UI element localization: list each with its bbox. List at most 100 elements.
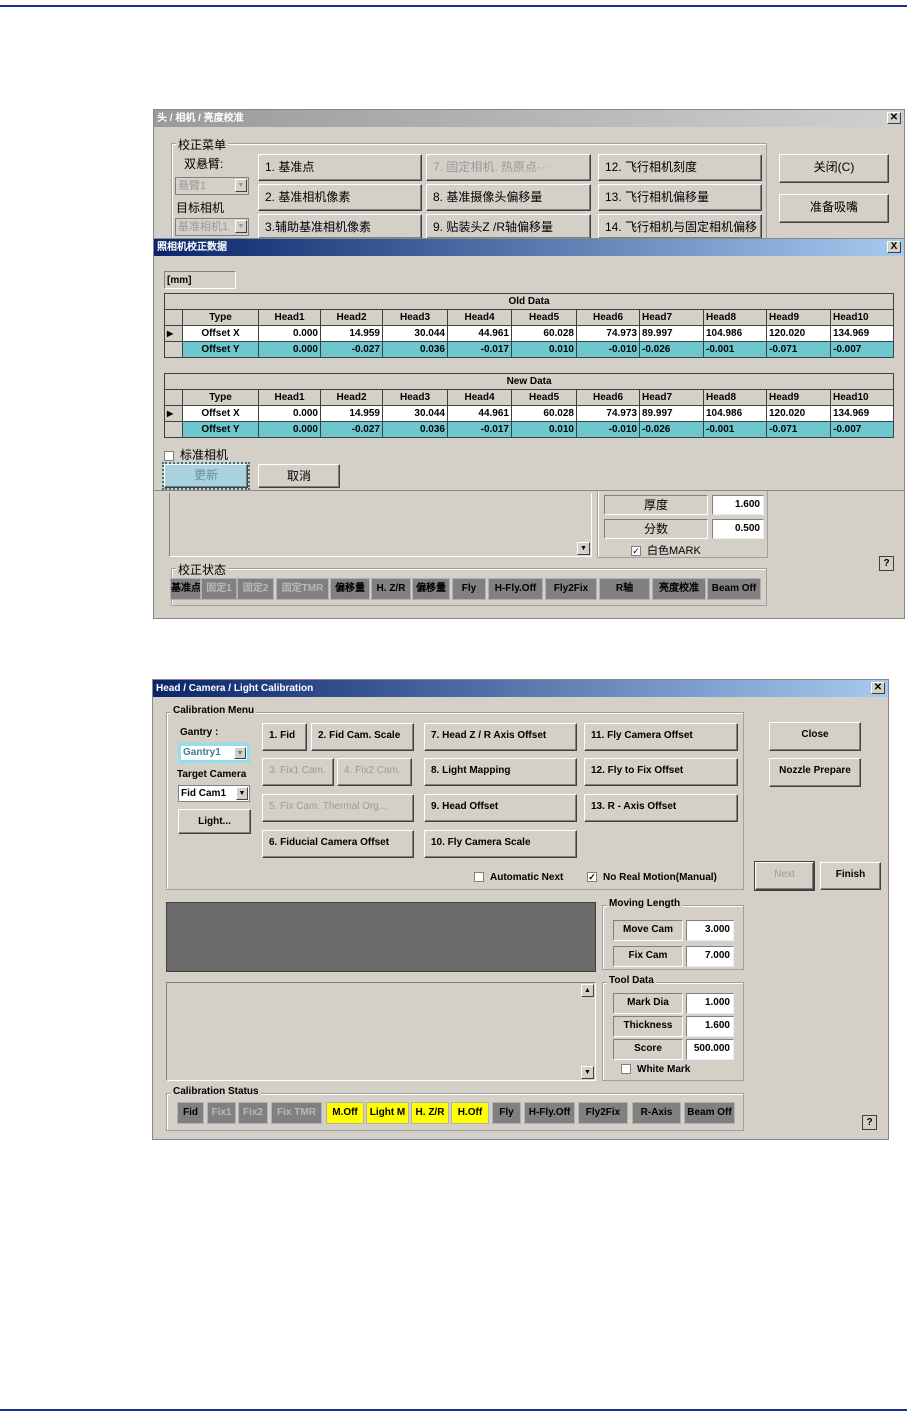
table-cell[interactable]: 0.000 [258, 405, 321, 422]
table-cell[interactable]: 0.010 [511, 421, 577, 438]
score-input[interactable]: 500.000 [686, 1039, 734, 1060]
table-cell[interactable]: 134.969 [830, 325, 894, 342]
scroll-down-icon[interactable]: ▼ [581, 1066, 594, 1079]
white-mark-checkbox[interactable]: ✓ 白色MARK [631, 542, 701, 558]
table-cell[interactable]: 60.028 [511, 325, 577, 342]
table-row[interactable]: ▶ Offset X 0.000 14.959 30.044 44.961 60.028 74… [164, 325, 894, 342]
en-btn-head-offset[interactable]: 9. Head Offset [424, 794, 577, 822]
gantry-select[interactable]: Gantry1 ▼ [178, 743, 250, 763]
next-button[interactable]: Next [754, 861, 815, 891]
en-btn-fid[interactable]: 1. Fid [262, 723, 307, 751]
light-button[interactable]: Light... [178, 809, 251, 834]
standard-camera-checkbox[interactable]: 标准相机 [164, 446, 228, 463]
table-cell[interactable]: -0.071 [766, 341, 831, 358]
table-row[interactable]: Offset Y 0.000 -0.027 0.036 -0.017 0.010 -0.01… [164, 421, 895, 438]
table-cell[interactable]: Offset X [182, 405, 259, 422]
en-message-area[interactable]: ▲ ▼ [166, 982, 596, 1081]
table-cell[interactable]: -0.007 [829, 421, 895, 438]
table-cell[interactable]: 134.969 [829, 405, 895, 422]
thickness-input[interactable]: 1.600 [686, 1016, 734, 1037]
en-btn-fix2-cam[interactable]: 4. Fix2 Cam. [337, 758, 412, 786]
table-cell[interactable]: -0.026 [639, 341, 704, 358]
cancel-button[interactable]: 取消 [258, 464, 340, 488]
en-btn-r-axis-offset[interactable]: 13. R - Axis Offset [584, 794, 738, 822]
scroll-down-icon[interactable]: ▼ [577, 542, 590, 555]
table-cell[interactable]: -0.001 [703, 421, 767, 438]
table-cell[interactable]: -0.001 [703, 341, 767, 358]
table-cell[interactable]: 89.997 [639, 325, 704, 342]
table-cell[interactable]: -0.010 [576, 421, 640, 438]
cn-message-area[interactable]: ▼ [169, 493, 592, 557]
table-cell[interactable]: 0.000 [258, 341, 321, 358]
cn-btn-aux-fid-pixel[interactable]: 3.辅助基准相机像素 [258, 214, 422, 239]
fix-cam-input[interactable]: 7.000 [686, 946, 734, 967]
table-cell[interactable]: 0.010 [511, 341, 577, 358]
table-cell[interactable]: 120.020 [766, 325, 831, 342]
help-icon[interactable]: ? [879, 556, 894, 571]
table-cell[interactable]: 30.044 [382, 405, 448, 422]
cn-btn-fix-thermal[interactable]: 7. 固定相机. 热原点··· [426, 154, 591, 181]
table-cell[interactable]: 14.959 [320, 405, 383, 422]
table-cell[interactable]: 44.961 [447, 405, 512, 422]
table-cell[interactable]: 120.020 [766, 405, 831, 422]
update-button[interactable]: 更新 [162, 462, 250, 490]
en-btn-fiducial-camera-offset[interactable]: 6. Fiducial Camera Offset [262, 830, 414, 858]
en-btn-fix1-cam[interactable]: 3. Fix1 Cam. [262, 758, 334, 786]
en-btn-fly-camera-offset[interactable]: 11. Fly Camera Offset [584, 723, 738, 751]
en-btn-fid-cam-scale[interactable]: 2. Fid Cam. Scale [311, 723, 414, 751]
finish-button[interactable]: Finish [820, 862, 881, 890]
en-btn-fix-cam-thermal[interactable]: 5. Fix Cam. Thermal Org... [262, 794, 414, 822]
table-cell[interactable]: -0.007 [830, 341, 894, 358]
table-cell[interactable]: 0.036 [382, 341, 448, 358]
table-cell[interactable]: 0.000 [258, 325, 321, 342]
table-cell[interactable]: Offset X [182, 325, 259, 342]
cn-btn-fly-scale[interactable]: 12. 飞行相机刻度 [598, 154, 762, 181]
en-btn-fly-camera-scale[interactable]: 10. Fly Camera Scale [424, 830, 577, 858]
table-cell[interactable]: 0.000 [258, 421, 321, 438]
table-cell[interactable]: Offset Y [182, 421, 259, 438]
cn-btn-head-zr-offset[interactable]: 9. 贴装头Z /R轴偏移量 [426, 214, 591, 239]
table-cell[interactable]: Offset Y [182, 341, 259, 358]
table-cell[interactable]: 14.959 [320, 325, 383, 342]
cn-btn-fly-fix-offset[interactable]: 14. 飞行相机与固定相机偏移 [598, 214, 762, 239]
close-icon[interactable]: ✕ [871, 682, 885, 694]
table-cell[interactable]: -0.017 [447, 421, 512, 438]
table-cell[interactable]: -0.017 [447, 341, 512, 358]
table-cell[interactable]: -0.027 [320, 341, 383, 358]
close-icon[interactable]: X [887, 241, 901, 253]
en-btn-light-mapping[interactable]: 8. Light Mapping [424, 758, 577, 786]
cn-btn-fly-offset[interactable]: 13. 飞行相机偏移量 [598, 184, 762, 211]
score-input[interactable]: 0.500 [712, 519, 764, 539]
move-cam-input[interactable]: 3.000 [686, 920, 734, 941]
close-icon[interactable]: ✕ [887, 112, 901, 124]
en-btn-fly-to-fix-offset[interactable]: 12. Fly to Fix Offset [584, 758, 738, 786]
table-cell[interactable]: 89.997 [639, 405, 704, 422]
help-icon[interactable]: ? [862, 1115, 877, 1130]
gantry-select[interactable]: 悬臂1 ▼ [175, 177, 249, 195]
target-camera-select[interactable]: 基准相机1 ▼ [175, 218, 249, 236]
cn-nozzle-prepare-button[interactable]: 准备吸嘴 [779, 194, 889, 223]
table-cell[interactable]: -0.026 [639, 421, 704, 438]
table-row[interactable]: ▶ Offset X 0.000 14.959 30.044 44.961 60.028 74… [164, 405, 895, 422]
table-cell[interactable]: -0.010 [576, 341, 640, 358]
cn-btn-fid-pixel[interactable]: 2. 基准相机像素 [258, 184, 422, 211]
en-nozzle-prepare-button[interactable]: Nozzle Prepare [769, 758, 861, 787]
target-camera-select[interactable]: Fid Cam1 ▼ [178, 785, 250, 802]
table-cell[interactable]: -0.071 [766, 421, 831, 438]
en-close-button[interactable]: Close [769, 722, 861, 751]
en-btn-head-zr-offset[interactable]: 7. Head Z / R Axis Offset [424, 723, 577, 751]
cn-close-button[interactable]: 关闭(C) [779, 154, 889, 183]
table-cell[interactable]: 0.036 [382, 421, 448, 438]
cn-btn-fid[interactable]: 1. 基准点 [258, 154, 422, 181]
cn-btn-fid-cam-offset[interactable]: 8. 基准摄像头偏移量 [426, 184, 591, 211]
scroll-up-icon[interactable]: ▲ [581, 984, 594, 997]
table-cell[interactable]: 74.973 [576, 325, 640, 342]
table-cell[interactable]: 74.973 [576, 405, 640, 422]
white-mark-checkbox[interactable]: White Mark [621, 1064, 690, 1075]
mark-dia-input[interactable]: 1.000 [686, 993, 734, 1014]
table-cell[interactable]: 104.986 [703, 405, 767, 422]
no-real-motion-checkbox[interactable]: ✓ No Real Motion(Manual) [587, 872, 717, 883]
table-cell[interactable]: 44.961 [447, 325, 512, 342]
table-cell[interactable]: 104.986 [703, 325, 767, 342]
thickness-input[interactable]: 1.600 [712, 495, 764, 515]
